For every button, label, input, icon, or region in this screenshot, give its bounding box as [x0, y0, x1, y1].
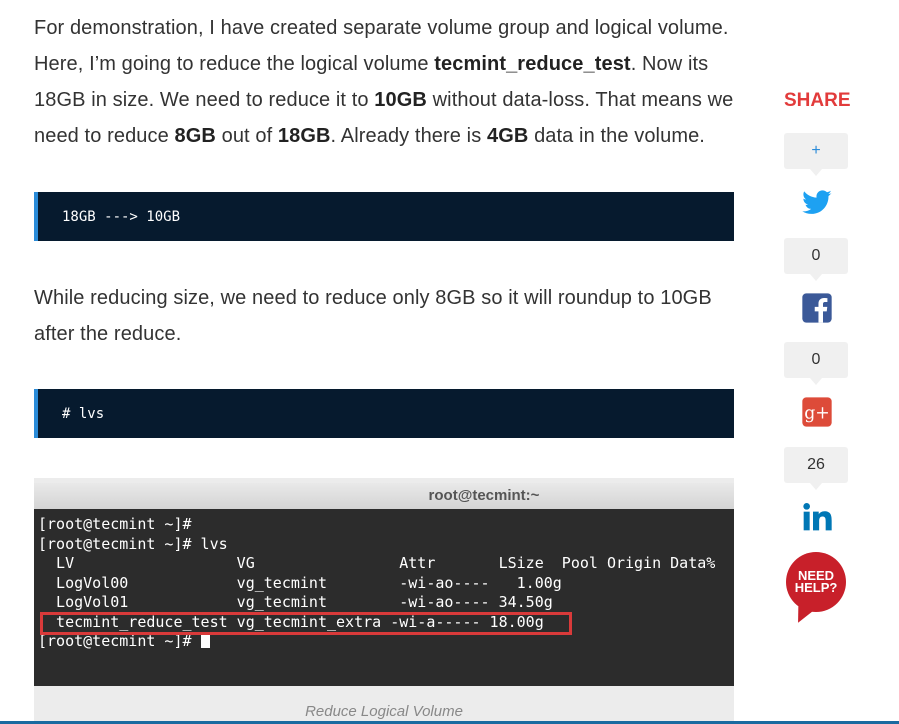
terminal-line: LogVol00 vg_tecmint -wi-ao---- 1.00g [38, 573, 562, 592]
image-caption: Reduce Logical Volume [305, 703, 463, 720]
linkedin-icon[interactable] [801, 501, 833, 533]
bold-size-4gb: 4GB [486, 125, 529, 147]
bold-size-8gb: 8GB [174, 125, 216, 147]
terminal-screenshot: root@tecmint:~ [root@tecmint ~]# [root@te… [34, 478, 734, 724]
facebook-icon[interactable] [801, 292, 833, 324]
terminal-line: [root@tecmint ~]# lvs [38, 534, 228, 553]
intro-paragraph: For demonstration, I have created separa… [34, 10, 734, 154]
terminal-window: root@tecmint:~ [root@tecmint ~]# [root@te… [34, 483, 734, 686]
need-help-button[interactable]: NEED HELP? [786, 552, 846, 612]
text-span: . Already there is [330, 125, 487, 147]
google-plus-count: 26 [784, 447, 848, 490]
share-plus-button[interactable]: + [784, 133, 848, 176]
code-block-lvs[interactable]: # lvs [34, 389, 734, 438]
terminal-line: LV VG Attr LSize Pool Origin Data% [38, 554, 716, 572]
bold-size-10gb: 10GB [374, 89, 427, 111]
bold-size-18gb: 18GB [277, 125, 331, 147]
help-text: HELP? [794, 580, 838, 595]
terminal-title: root@tecmint:~ [34, 483, 734, 509]
code-text: 18GB ---> 10GB [62, 208, 181, 225]
terminal-line: [root@tecmint ~]# [38, 515, 192, 533]
code-block-size[interactable]: 18GB ---> 10GB [34, 192, 734, 241]
bold-lv-name: tecmint_reduce_test [434, 53, 631, 75]
share-sidebar: SHARE + 0 0 g+ 26 NEED HELP? [784, 90, 851, 612]
text-span: out of [215, 125, 278, 147]
svg-text:g+: g+ [804, 404, 830, 424]
reduce-paragraph: While reducing size, we need to reduce o… [34, 287, 712, 345]
google-plus-icon[interactable]: g+ [801, 396, 833, 428]
share-title: SHARE [784, 90, 851, 111]
twitter-icon[interactable] [801, 187, 833, 219]
highlight-box [40, 612, 572, 635]
code-text: # lvs [62, 405, 105, 422]
facebook-count: 0 [784, 342, 848, 385]
text-span: data in the volume. [528, 125, 705, 147]
terminal-line: LogVol01 vg_tecmint -wi-ao---- 34.50g [38, 593, 553, 611]
twitter-count: 0 [784, 238, 848, 281]
